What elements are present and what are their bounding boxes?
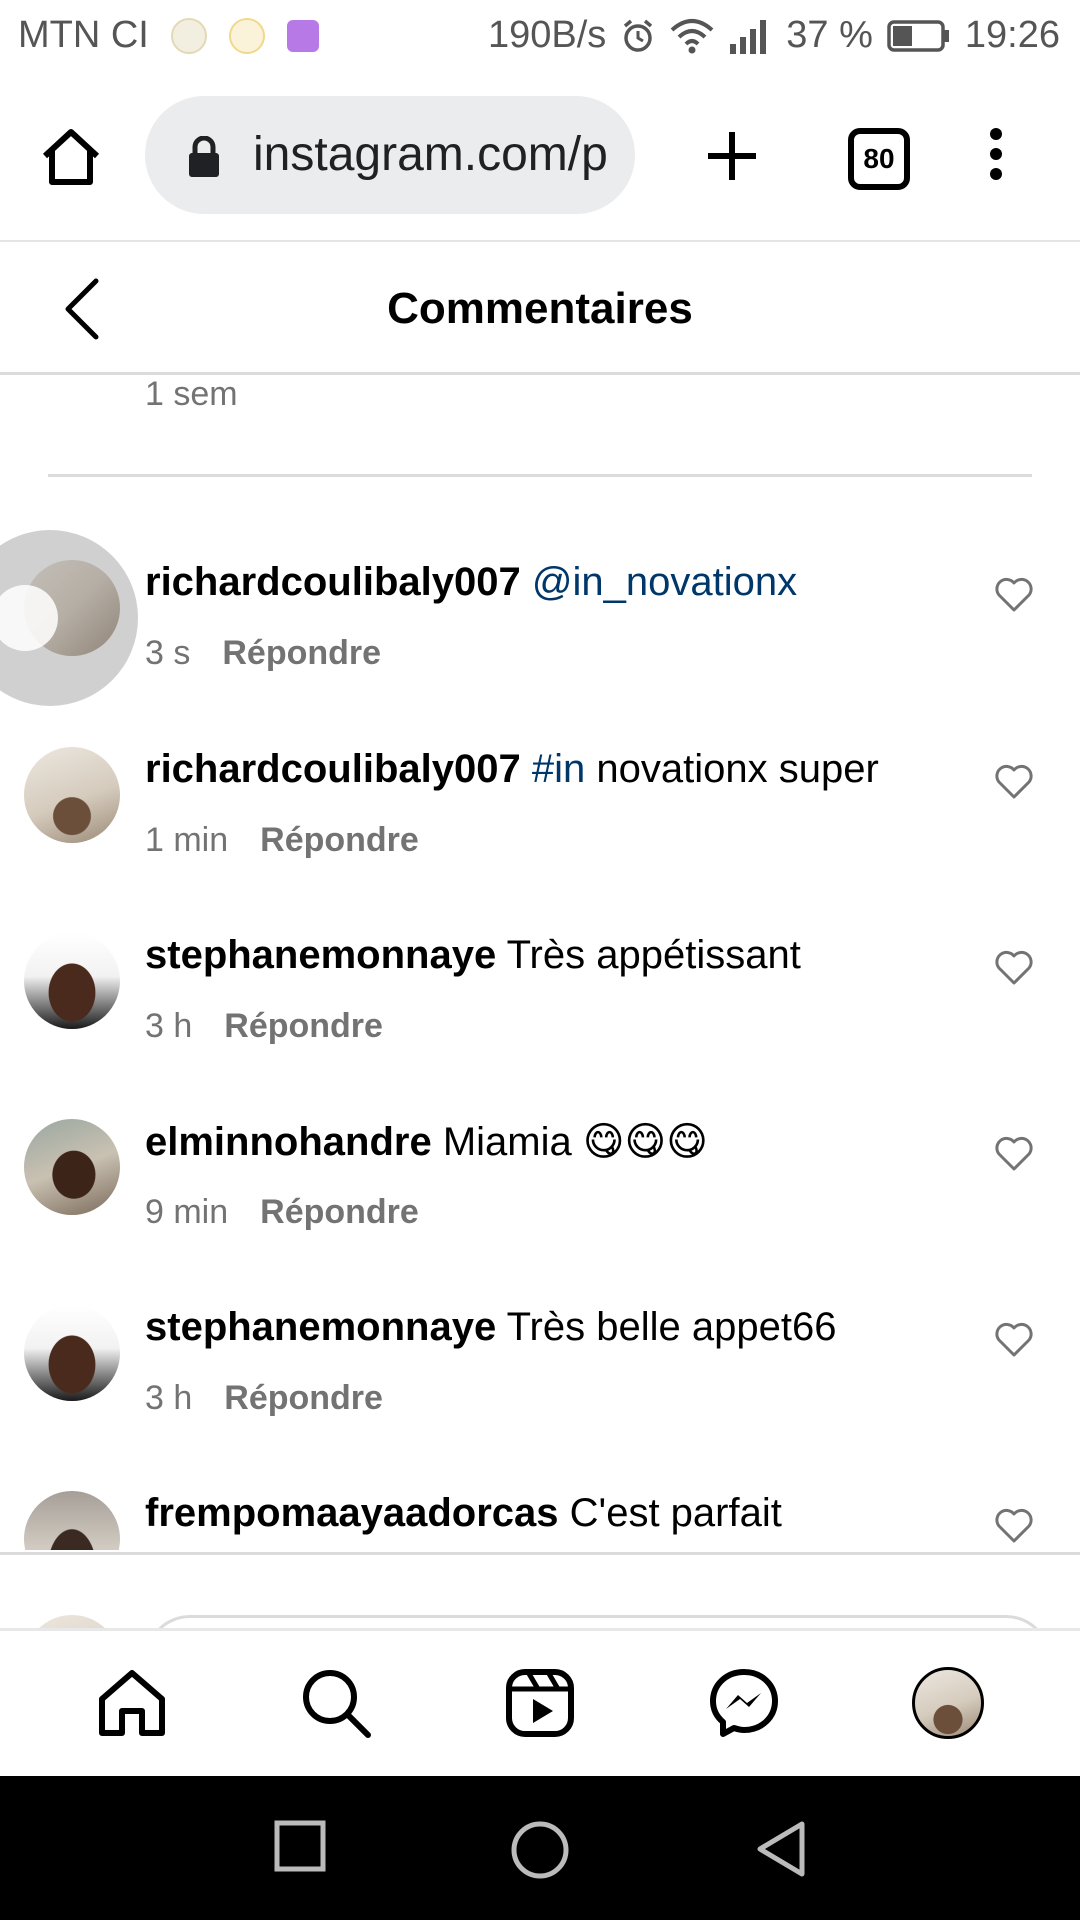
comment-item: frempomaayaadorcas C'est parfait xyxy=(0,1491,1080,1550)
reply-button[interactable]: Répondre xyxy=(260,821,419,859)
comment-text: elminnohandre Miamia 😋😋😋 xyxy=(145,1119,708,1165)
comment-mention[interactable]: @in_novationx xyxy=(532,560,797,604)
comment-meta: 3 h Répondre xyxy=(145,1007,383,1046)
like-heart-icon[interactable] xyxy=(994,950,1034,991)
comment-username[interactable]: stephanemonnaye xyxy=(145,933,496,977)
reply-button[interactable]: Répondre xyxy=(260,1193,419,1231)
notification-app-icon xyxy=(170,17,207,54)
comment-text: richardcoulibaly007 #in novationx super xyxy=(145,747,879,792)
comment-body: novationx super xyxy=(585,747,879,791)
home-icon[interactable] xyxy=(96,1667,168,1744)
comment-hashtag[interactable]: #in xyxy=(532,747,585,791)
like-heart-icon[interactable] xyxy=(994,1136,1034,1177)
more-menu-icon[interactable] xyxy=(986,128,1006,185)
comment-time: 3 s xyxy=(145,634,191,672)
reply-button[interactable]: Répondre xyxy=(224,1379,383,1417)
comment-body: Miamia 😋😋😋 xyxy=(442,1120,708,1164)
facebook-icon xyxy=(228,17,265,54)
comment-username[interactable]: richardcoulibaly007 xyxy=(145,560,521,604)
signal-icon xyxy=(728,18,772,54)
comment-username[interactable]: elminnohandre xyxy=(145,1120,432,1164)
comment-body: Très appétissant xyxy=(506,933,801,977)
search-icon[interactable] xyxy=(300,1667,372,1744)
comment-meta: 1 min Répondre xyxy=(145,821,419,860)
avatar[interactable] xyxy=(24,747,120,843)
reply-button[interactable]: Répondre xyxy=(222,634,381,672)
comment-item: richardcoulibaly007 @in_novationx 3 s Rép… xyxy=(0,560,1080,720)
like-heart-icon[interactable] xyxy=(994,764,1034,805)
like-heart-icon[interactable] xyxy=(994,577,1034,618)
comment-text: stephanemonnaye Très belle appet66 xyxy=(145,1305,836,1350)
comment-meta: 9 min Répondre xyxy=(145,1193,419,1232)
divider xyxy=(48,474,1032,477)
clock: 19:26 xyxy=(964,14,1060,56)
reels-icon[interactable] xyxy=(504,1667,576,1744)
avatar[interactable] xyxy=(24,1491,120,1550)
comments-header: Commentaires xyxy=(0,242,1080,375)
wifi-icon xyxy=(670,18,714,54)
page-title: Commentaires xyxy=(387,284,693,333)
bottom-nav xyxy=(0,1628,1080,1779)
comment-time: 3 h xyxy=(145,1379,193,1417)
new-tab-icon[interactable] xyxy=(706,130,758,187)
gallery-icon xyxy=(286,19,319,52)
comment-body: C'est parfait xyxy=(569,1491,782,1535)
like-heart-icon[interactable] xyxy=(994,1322,1034,1363)
battery-percent: 37 % xyxy=(786,14,873,56)
comment-username[interactable]: frempomaayaadorcas xyxy=(145,1491,559,1535)
avatar[interactable] xyxy=(24,1305,120,1401)
comments-list[interactable]: 1 sem richardcoulibaly007 @in_novationx … xyxy=(0,375,1080,1550)
avatar[interactable] xyxy=(24,933,120,1029)
comment-item: stephanemonnaye Très belle appet66 3 h Ré… xyxy=(0,1305,1080,1465)
like-heart-icon[interactable] xyxy=(994,1508,1034,1549)
profile-avatar[interactable] xyxy=(912,1667,984,1739)
url-bar[interactable]: instagram.com/p xyxy=(145,96,635,214)
browser-toolbar: instagram.com/p 80 xyxy=(0,76,1080,243)
comment-username[interactable]: richardcoulibaly007 xyxy=(145,747,521,791)
network-speed: 190B/s xyxy=(487,14,607,56)
avatar[interactable] xyxy=(24,1119,120,1215)
comment-text: stephanemonnaye Très appétissant xyxy=(145,933,801,978)
comment-text: frempomaayaadorcas C'est parfait xyxy=(145,1491,782,1536)
back-triangle-icon[interactable] xyxy=(754,1820,806,1883)
alarm-icon xyxy=(620,18,656,54)
comment-item: stephanemonnaye Très appétissant 3 h Répo… xyxy=(0,933,1080,1093)
comment-meta: 3 h Répondre xyxy=(145,1379,383,1418)
comment-body: Très belle appet66 xyxy=(506,1305,837,1349)
battery-icon xyxy=(887,18,951,54)
status-bar: MTN CI 190B/s 37 % 19:26 xyxy=(0,0,1080,76)
browser-home-icon[interactable] xyxy=(40,128,102,191)
system-nav-bar xyxy=(0,1776,1080,1920)
comment-time: 3 h xyxy=(145,1007,193,1045)
carrier-label: MTN CI xyxy=(18,14,149,56)
recents-icon[interactable] xyxy=(274,1820,326,1877)
comment-item: richardcoulibaly007 #in novationx super … xyxy=(0,747,1080,907)
previous-comment-time: 1 sem xyxy=(145,375,238,413)
comment-meta: 3 s Répondre xyxy=(145,634,381,673)
comment-time: 1 min xyxy=(145,821,229,859)
comment-time: 9 min xyxy=(145,1193,229,1231)
comment-input-area xyxy=(0,1552,1080,1631)
comment-text: richardcoulibaly007 @in_novationx xyxy=(145,560,797,605)
url-text: instagram.com/p xyxy=(253,128,608,181)
comment-item: elminnohandre Miamia 😋😋😋 9 min Répondre xyxy=(0,1119,1080,1279)
messenger-icon[interactable] xyxy=(708,1667,780,1744)
lock-icon xyxy=(187,135,221,183)
tab-switcher-button[interactable]: 80 xyxy=(848,128,910,190)
reply-button[interactable]: Répondre xyxy=(224,1007,383,1045)
comment-username[interactable]: stephanemonnaye xyxy=(145,1305,496,1349)
home-circle-icon[interactable] xyxy=(510,1820,570,1885)
